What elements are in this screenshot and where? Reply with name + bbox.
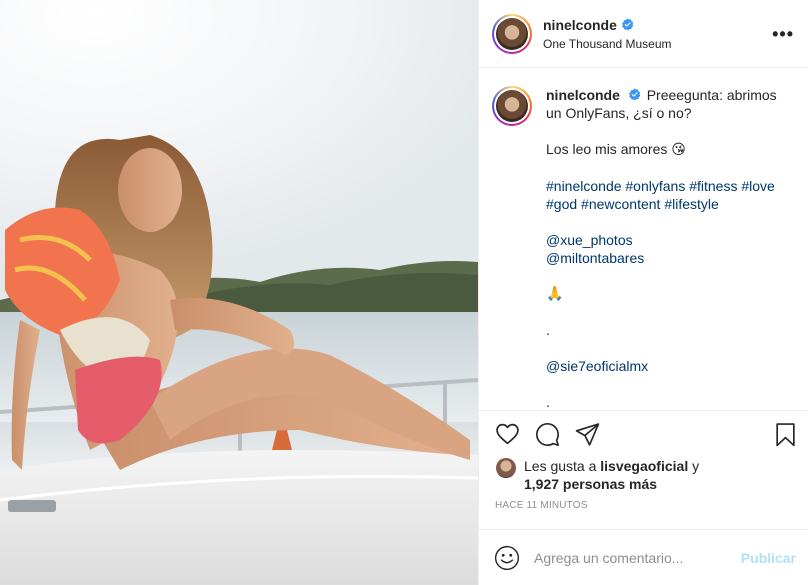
likes-count[interactable]: 1,927 personas más	[524, 476, 657, 492]
mention-miltontabares[interactable]: @miltontabares	[546, 249, 792, 267]
post-details-panel: ninelconde One Thousand Museum ••• ninel…	[478, 0, 808, 585]
more-horizontal-icon[interactable]: •••	[772, 25, 794, 43]
verified-badge-icon	[621, 18, 634, 31]
heart-icon[interactable]	[495, 422, 520, 447]
avatar-image	[496, 17, 528, 50]
avatar[interactable]	[492, 13, 532, 54]
caption-line-2: Los leo mis amores	[546, 141, 668, 157]
likes-prefix: Les gusta a	[524, 458, 597, 474]
pray-emoji: 🙏	[546, 286, 564, 302]
post-photo[interactable]	[0, 0, 478, 585]
share-icon[interactable]	[575, 422, 600, 447]
comment-icon[interactable]	[535, 422, 560, 447]
caption-area: ninelconde Preeegunta: abrimos un OnlyFa…	[479, 68, 808, 410]
likes-summary: Les gusta a lisvegaoficial y 1,927 perso…	[479, 457, 808, 493]
mention-sie7eoficialmx[interactable]: @sie7eoficialmx	[546, 357, 792, 375]
caption-dot: .	[546, 322, 550, 338]
caption-avatar[interactable]	[492, 86, 532, 126]
hashtags[interactable]: #ninelconde #onlyfans #fitness #love #go…	[546, 177, 792, 213]
smile-icon[interactable]	[494, 545, 520, 571]
verified-badge-icon	[628, 88, 641, 101]
liker-username[interactable]: lisvegaoficial	[600, 458, 688, 474]
post-timestamp[interactable]: HACE 11 MINUTOS	[479, 493, 808, 529]
likes-joiner: y	[692, 458, 700, 474]
caption-text: ninelconde Preeegunta: abrimos un OnlyFa…	[546, 86, 792, 410]
instagram-post: ninelconde One Thousand Museum ••• ninel…	[0, 0, 808, 585]
bookmark-icon[interactable]	[773, 422, 798, 447]
publish-button[interactable]: Publicar	[741, 550, 796, 566]
mention-xue-photos[interactable]: @xue_photos	[546, 231, 792, 249]
action-bar	[479, 410, 808, 457]
post-photo-illustration	[0, 0, 478, 585]
username-link[interactable]: ninelconde	[543, 17, 617, 33]
location-link[interactable]: One Thousand Museum	[543, 37, 772, 51]
comment-input[interactable]	[534, 549, 741, 566]
caption-username[interactable]: ninelconde	[546, 87, 620, 103]
post-header: ninelconde One Thousand Museum •••	[479, 0, 808, 68]
caption-dot: .	[546, 394, 550, 410]
kiss-emoji: 😘	[671, 142, 686, 158]
comment-bar: Publicar	[479, 529, 808, 585]
liker-avatar[interactable]	[496, 458, 516, 478]
